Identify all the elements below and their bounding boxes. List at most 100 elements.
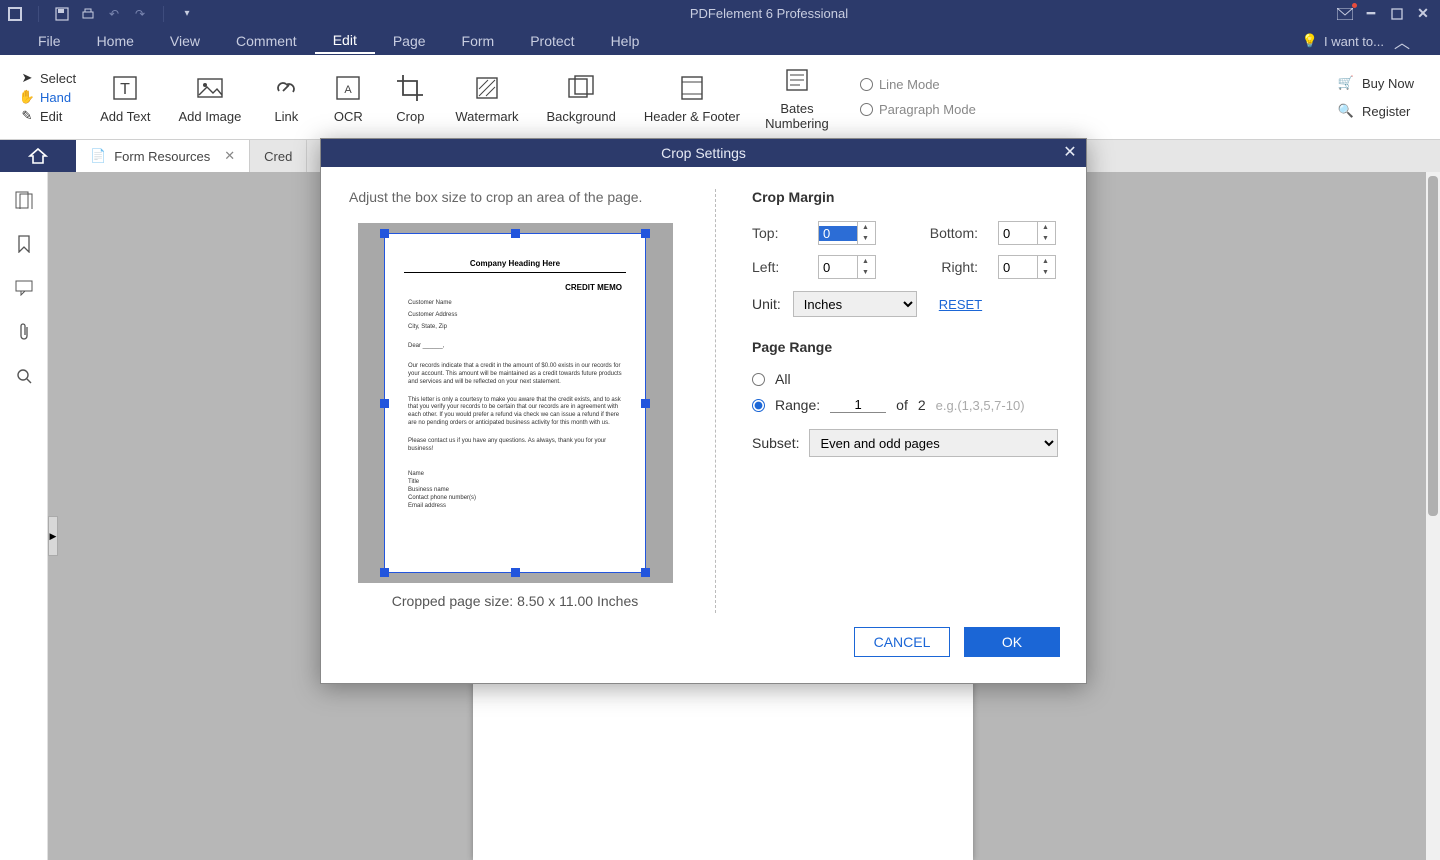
header-footer-label: Header & Footer bbox=[644, 109, 740, 124]
bookmark-icon[interactable] bbox=[14, 234, 34, 254]
right-input[interactable] bbox=[999, 260, 1037, 275]
mail-icon[interactable] bbox=[1336, 5, 1354, 23]
collapse-ribbon-icon[interactable]: ︿ bbox=[1384, 29, 1420, 53]
spin-down-icon[interactable]: ▼ bbox=[1038, 267, 1053, 278]
bottom-input[interactable] bbox=[999, 226, 1037, 241]
menu-file[interactable]: File bbox=[20, 29, 79, 53]
range-from-input[interactable] bbox=[830, 397, 886, 413]
bottom-label: Bottom: bbox=[898, 225, 978, 241]
spin-up-icon[interactable]: ▲ bbox=[858, 222, 873, 233]
top-input[interactable] bbox=[819, 226, 857, 241]
unit-select[interactable]: Inches bbox=[793, 291, 917, 317]
hand-tool[interactable]: ✋Hand bbox=[20, 90, 76, 105]
close-button[interactable]: ✕ bbox=[1414, 5, 1432, 23]
left-spinner[interactable]: ▲▼ bbox=[818, 255, 876, 279]
dialog-close-button[interactable]: ✕ bbox=[1060, 142, 1080, 162]
top-spinner[interactable]: ▲▼ bbox=[818, 221, 876, 245]
unit-label: Unit: bbox=[752, 296, 781, 312]
bates-numbering-button[interactable]: Bates Numbering bbox=[754, 59, 840, 135]
select-tool[interactable]: ➤Select bbox=[20, 71, 76, 86]
crop-handle-bm[interactable] bbox=[511, 568, 520, 577]
line-mode-input[interactable] bbox=[860, 78, 873, 91]
spin-down-icon[interactable]: ▼ bbox=[1038, 233, 1053, 244]
menu-view[interactable]: View bbox=[152, 29, 218, 53]
crop-handle-br[interactable] bbox=[641, 568, 650, 577]
vertical-scrollbar[interactable] bbox=[1426, 172, 1440, 860]
close-tab-icon[interactable]: ✕ bbox=[224, 148, 235, 164]
subset-select[interactable]: Even and odd pages bbox=[809, 429, 1058, 457]
side-panel bbox=[0, 172, 48, 860]
spin-up-icon[interactable]: ▲ bbox=[858, 256, 873, 267]
hand-icon: ✋ bbox=[20, 90, 34, 104]
menu-home[interactable]: Home bbox=[79, 29, 152, 53]
undo-icon[interactable]: ↶ bbox=[107, 7, 121, 21]
crop-handle-tr[interactable] bbox=[641, 229, 650, 238]
print-icon[interactable] bbox=[81, 7, 95, 21]
crop-handle-bl[interactable] bbox=[380, 568, 389, 577]
watermark-button[interactable]: Watermark bbox=[441, 67, 532, 128]
save-icon[interactable] bbox=[55, 7, 69, 21]
crop-handle-tl[interactable] bbox=[380, 229, 389, 238]
crop-handle-mr[interactable] bbox=[641, 399, 650, 408]
spin-up-icon[interactable]: ▲ bbox=[1038, 256, 1053, 267]
redo-icon[interactable]: ↷ bbox=[133, 7, 147, 21]
add-image-button[interactable]: Add Image bbox=[165, 67, 256, 128]
expand-left-handle[interactable]: ▶ bbox=[48, 516, 58, 556]
menu-page[interactable]: Page bbox=[375, 29, 444, 53]
ocr-button[interactable]: AOCR bbox=[317, 67, 379, 128]
home-tab[interactable] bbox=[0, 140, 76, 172]
qat-dropdown-icon[interactable]: ▾ bbox=[180, 7, 194, 21]
thumbnails-icon[interactable] bbox=[14, 190, 34, 210]
dialog-divider bbox=[715, 189, 716, 613]
tab-cred[interactable]: Cred bbox=[250, 140, 307, 172]
selection-tools: ➤Select ✋Hand ✎Edit bbox=[10, 69, 86, 126]
line-mode-radio[interactable]: Line Mode bbox=[860, 77, 976, 92]
ok-button[interactable]: OK bbox=[964, 627, 1060, 657]
spin-up-icon[interactable]: ▲ bbox=[1038, 222, 1053, 233]
tab-form-resources[interactable]: 📄 Form Resources ✕ bbox=[76, 140, 250, 172]
menu-protect[interactable]: Protect bbox=[512, 29, 592, 53]
attachments-icon[interactable] bbox=[14, 322, 34, 342]
edit-tool[interactable]: ✎Edit bbox=[20, 109, 76, 124]
crop-handle-ml[interactable] bbox=[380, 399, 389, 408]
crop-preview[interactable]: Company Heading Here CREDIT MEMO Custome… bbox=[358, 223, 673, 583]
bottom-spinner[interactable]: ▲▼ bbox=[998, 221, 1056, 245]
register-label: Register bbox=[1362, 104, 1410, 119]
search-icon[interactable] bbox=[14, 366, 34, 386]
menu-form[interactable]: Form bbox=[444, 29, 513, 53]
link-button[interactable]: Link bbox=[255, 67, 317, 128]
cropped-page-size: Cropped page size: 8.50 x 11.00 Inches bbox=[349, 593, 681, 609]
spin-down-icon[interactable]: ▼ bbox=[858, 267, 873, 278]
crop-handle-tm[interactable] bbox=[511, 229, 520, 238]
left-input[interactable] bbox=[819, 260, 857, 275]
menu-help[interactable]: Help bbox=[593, 29, 658, 53]
paragraph-mode-radio[interactable]: Paragraph Mode bbox=[860, 102, 976, 117]
header-footer-icon bbox=[675, 71, 709, 105]
minimize-button[interactable]: ━ bbox=[1362, 5, 1380, 23]
add-text-button[interactable]: TAdd Text bbox=[86, 67, 164, 128]
reset-link[interactable]: RESET bbox=[939, 297, 982, 312]
range-custom-radio[interactable] bbox=[752, 399, 765, 412]
menu-edit[interactable]: Edit bbox=[315, 28, 375, 54]
crop-button[interactable]: Crop bbox=[379, 67, 441, 128]
tab-label: Form Resources bbox=[114, 149, 210, 164]
crop-rectangle[interactable] bbox=[384, 233, 646, 573]
left-label: Left: bbox=[752, 259, 798, 275]
right-spinner[interactable]: ▲▼ bbox=[998, 255, 1056, 279]
background-button[interactable]: Background bbox=[532, 67, 629, 128]
maximize-button[interactable] bbox=[1388, 5, 1406, 23]
menu-comment[interactable]: Comment bbox=[218, 29, 315, 53]
range-all-radio[interactable] bbox=[752, 373, 765, 386]
i-want-to-button[interactable]: 💡 I want to... bbox=[1302, 33, 1384, 49]
cancel-button[interactable]: CANCEL bbox=[854, 627, 950, 657]
page-range-heading: Page Range bbox=[752, 339, 1058, 355]
comments-icon[interactable] bbox=[14, 278, 34, 298]
buy-now-link[interactable]: 🛒Buy Now bbox=[1338, 75, 1414, 91]
i-want-to-label: I want to... bbox=[1324, 34, 1384, 49]
scrollbar-thumb[interactable] bbox=[1428, 176, 1438, 516]
register-link[interactable]: 🔍Register bbox=[1338, 103, 1414, 119]
spin-down-icon[interactable]: ▼ bbox=[858, 233, 873, 244]
dialog-title: Crop Settings bbox=[661, 145, 746, 161]
header-footer-button[interactable]: Header & Footer bbox=[630, 67, 754, 128]
paragraph-mode-input[interactable] bbox=[860, 103, 873, 116]
